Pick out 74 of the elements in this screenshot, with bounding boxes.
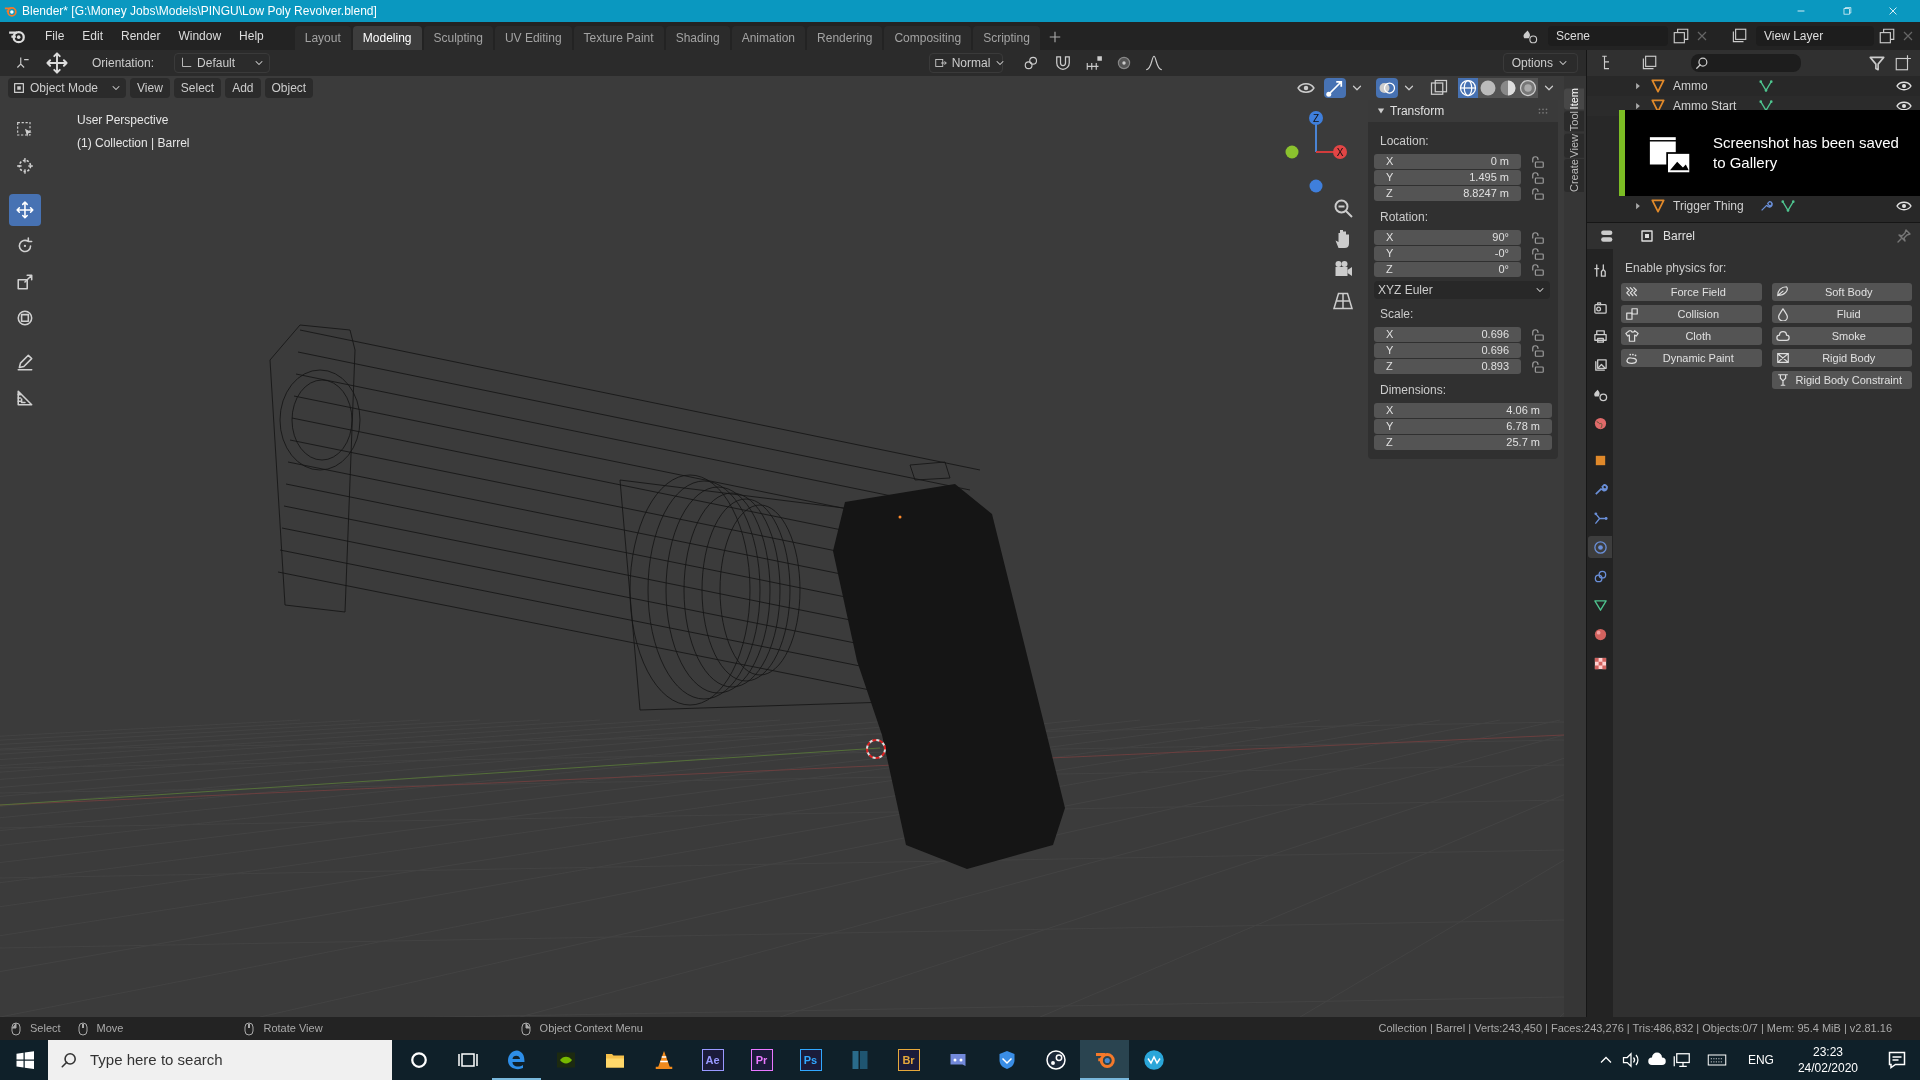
window-title: Blender* [G:\Money Jobs\Models\PINGU\Low Poly Revolver.blend] [22, 3, 377, 20]
number-field[interactable]: X 90° [1374, 230, 1521, 245]
number-field[interactable]: Z 25.7 m [1374, 435, 1552, 450]
options-dropdown[interactable]: Options [1502, 53, 1578, 73]
rotation-mode-dropdown[interactable]: XYZ Euler [1374, 281, 1550, 299]
number-field[interactable]: Z 0.893 [1374, 359, 1521, 374]
section-label: Rotation: [1380, 209, 1430, 226]
pivot-dropdown[interactable]: Normal [928, 53, 1003, 73]
physics-button[interactable]: Force Field [1621, 283, 1762, 301]
workspace-tab[interactable]: Scripting [973, 26, 1040, 50]
header-menu[interactable]: Add [225, 78, 261, 98]
physics-button[interactable]: Rigid Body Constraint [1771, 371, 1912, 389]
physics-button[interactable]: Soft Body [1771, 283, 1912, 301]
outliner-item[interactable]: Trigger Thing [1673, 197, 1751, 215]
workspace-tab[interactable]: Compositing [884, 26, 972, 50]
view-layer-field[interactable]: View Layer [1756, 26, 1874, 46]
menu-item[interactable]: Render [114, 27, 168, 45]
workspace-tab[interactable]: Layout [294, 26, 351, 50]
collection-label: (1) Collection | Barrel [77, 135, 190, 152]
taskbar-search-field[interactable]: Type here to search [48, 1040, 392, 1080]
menu-item[interactable]: Edit [75, 27, 111, 45]
physics-button[interactable]: Cloth [1621, 327, 1762, 345]
number-field[interactable]: Y 1.495 m [1374, 170, 1521, 185]
number-field[interactable]: X 0.696 [1374, 327, 1521, 342]
axis-label: Z [1312, 113, 1320, 124]
status-hint: Rotate View [263, 1021, 323, 1037]
scene-stats: Collection | Barrel | Verts:243,450 | Faces:243,276 | Tris:486,832 | Objects:0/7 | Mem: 95.4 MiB | v2.81.16 [1378, 1021, 1892, 1037]
physics-button[interactable]: Collision [1621, 305, 1762, 323]
workspace-tab[interactable]: Modeling [352, 26, 422, 50]
number-field[interactable]: Y 0.696 [1374, 343, 1521, 358]
status-hint: Move [96, 1021, 124, 1037]
workspace-tab[interactable]: UV Editing [494, 26, 572, 50]
number-field[interactable]: Y 6.78 m [1374, 419, 1552, 434]
header-menu[interactable]: Object [264, 78, 314, 98]
scene-field[interactable]: Scene [1548, 26, 1668, 46]
header-menu[interactable]: View [130, 78, 170, 98]
status-hint: Select [30, 1021, 61, 1037]
section-label: Dimensions: [1380, 382, 1448, 399]
physics-button[interactable]: Fluid [1771, 305, 1912, 323]
sidebar-tab[interactable]: Create [1564, 159, 1584, 193]
number-field[interactable]: Z 0° [1374, 262, 1521, 277]
physics-button[interactable]: Dynamic Paint [1621, 349, 1762, 367]
section-label: Location: [1380, 133, 1430, 150]
notification-text: Screenshot has been saved to Gallery [1713, 133, 1900, 173]
number-field[interactable]: Y -0° [1374, 246, 1521, 261]
sidebar-tab[interactable]: Item [1564, 88, 1584, 110]
outliner-item[interactable]: Ammo [1673, 77, 1751, 95]
physics-heading: Enable physics for: [1625, 260, 1728, 277]
workspace-tab[interactable]: Shading [665, 26, 730, 50]
view-name: User Perspective [77, 112, 170, 129]
object-name: Barrel [1663, 228, 1696, 245]
number-field[interactable]: Z 8.8247 m [1374, 186, 1521, 201]
number-field[interactable]: X 4.06 m [1374, 403, 1552, 418]
number-field[interactable]: X 0 m [1374, 154, 1521, 169]
sidebar-tab[interactable]: View [1564, 133, 1584, 158]
physics-button[interactable]: Smoke [1771, 327, 1912, 345]
workspace-tab[interactable]: Animation [731, 26, 806, 50]
menu-item[interactable]: Help [232, 27, 271, 45]
workspace-tab[interactable]: Texture Paint [573, 26, 664, 50]
menu-item[interactable]: Window [171, 27, 229, 45]
workspace-tab[interactable]: Sculpting [423, 26, 493, 50]
orientation-dropdown[interactable]: Default [174, 53, 271, 73]
mode-dropdown[interactable]: Object Mode [8, 78, 126, 98]
orientation-label: Orientation: [92, 55, 155, 72]
sidebar-tab[interactable]: Tool [1564, 111, 1584, 132]
header-menu[interactable]: Select [173, 78, 222, 98]
language-indicator[interactable]: ENG [1747, 1051, 1774, 1069]
status-hint: Object Context Menu [539, 1021, 643, 1037]
clock[interactable]: 23:23 24/02/2020 [1789, 1044, 1866, 1076]
section-label: Scale: [1380, 306, 1415, 323]
axis-label: X [1336, 147, 1344, 158]
menu-item[interactable]: File [38, 27, 72, 45]
physics-button[interactable]: Rigid Body [1771, 349, 1912, 367]
workspace-tab[interactable]: Rendering [807, 26, 883, 50]
